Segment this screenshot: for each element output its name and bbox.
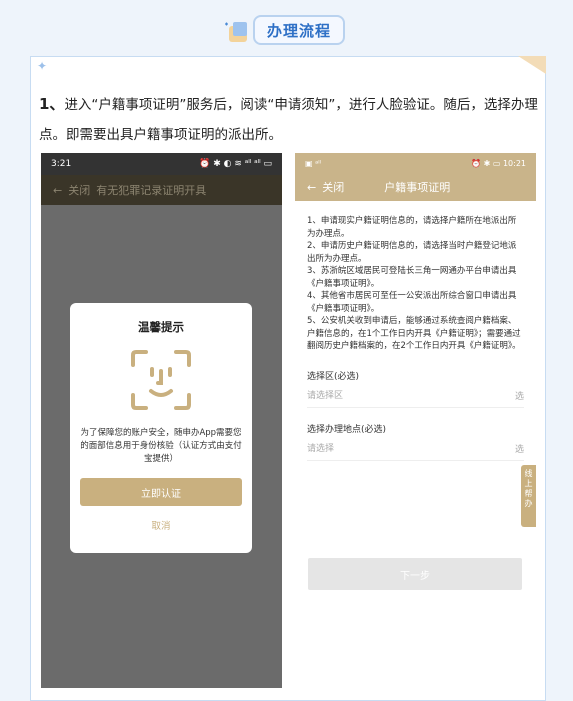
location-select-hint[interactable]: 选 [515, 442, 524, 455]
notice-item: 4、其他省市居民可至任一公安派出所综合窗口申请出具《户籍事项证明》。 [307, 291, 517, 314]
status-icons: ⏰ ✱ ◐ ≋ ᵃˡˡ ᵃˡˡ ▭ [199, 159, 272, 169]
district-label: 选择区(必选) [307, 371, 360, 382]
dialog-description: 为了保障您的账户安全，随申办App需要您的面部信息用于身份核验（认证方式由支付宝… [80, 428, 242, 464]
cancel-button[interactable]: 取消 [70, 518, 252, 532]
back-arrow-icon[interactable]: ← [307, 181, 316, 194]
notice-item: 3、苏浙皖区域居民可登陆长三角一网通办平台申请出具《户籍事项证明》。 [307, 266, 517, 289]
sparkle-icon: ✦ [37, 59, 48, 73]
district-select[interactable]: 请选择区 [307, 388, 524, 408]
next-step-button[interactable]: 下一步 [308, 558, 522, 590]
dialog-title: 温馨提示 [138, 320, 184, 334]
status-bar: 3:21 ⏰ ✱ ◐ ≋ ᵃˡˡ ᵃˡˡ ▭ [41, 153, 282, 175]
status-bar: ▣ ᵃˡˡ ⏰ ✱ ▭ 10:21 [295, 153, 536, 173]
verify-dialog: 温馨提示 为了保障您的账户安全，随申办App需要您的面部信息用于身份核验（认证方… [70, 303, 252, 553]
nav-title: 有无犯罪记录证明开具 [96, 184, 207, 197]
status-left: ▣ ᵃˡˡ [305, 158, 321, 168]
step-number: 1、 [39, 95, 65, 113]
nav-bar: ← 关闭 有无犯罪记录证明开具 [41, 175, 282, 205]
notice-item: 1、申请现实户籍证明信息的，请选择户籍所在地派出所为办理点。 [307, 216, 517, 239]
face-verify-screenshot: 3:21 ⏰ ✱ ◐ ≋ ᵃˡˡ ᵃˡˡ ▭ ← 关闭 有无犯罪记录证明开具 温… [41, 153, 282, 688]
face-scan-icon [131, 350, 191, 410]
nav-title: 户籍事项证明 [384, 181, 451, 194]
location-label: 选择办理地点(必选) [307, 424, 387, 435]
close-link[interactable]: 关闭 [68, 182, 90, 198]
household-certificate-screenshot: ▣ ᵃˡˡ ⏰ ✱ ▭ 10:21 ← 关闭 户籍事项证明 1、申请现实户籍证明… [295, 153, 536, 688]
notice-item: 2、申请历史户籍证明信息的，请选择当时户籍登记地派出所为办理点。 [307, 241, 517, 264]
online-help-tab[interactable]: 线上帮办 [521, 465, 536, 527]
district-field[interactable]: 选择区(必选) 请选择区 选 [307, 369, 524, 408]
location-field[interactable]: 选择办理地点(必选) 请选择 选 [307, 422, 524, 461]
step-text: 进入“户籍事项证明”服务后，阅读“申请须知”，进行人脸验证。随后，选择办理点。即… [39, 97, 538, 143]
card-corner-decoration [518, 56, 546, 74]
step-description: 1、进入“户籍事项证明”服务后，阅读“申请须知”，进行人脸验证。随后，选择办理点… [39, 89, 539, 150]
close-link[interactable]: 关闭 [322, 179, 344, 195]
status-time: 3:21 [51, 159, 72, 169]
verify-now-button[interactable]: 立即认证 [80, 478, 242, 506]
location-select[interactable]: 请选择 [307, 441, 524, 461]
district-select-hint[interactable]: 选 [515, 389, 524, 402]
nav-bar: ← 关闭 户籍事项证明 [295, 173, 536, 201]
section-title: 办理流程 [253, 15, 345, 45]
status-right: ⏰ ✱ ▭ 10:21 [471, 158, 526, 168]
notice-list: 1、申请现实户籍证明信息的，请选择户籍所在地派出所为办理点。 2、申请历史户籍证… [307, 215, 524, 353]
decoration-icon [225, 22, 247, 42]
step-card: ✦ 1、进入“户籍事项证明”服务后，阅读“申请须知”，进行人脸验证。随后，选择办… [30, 56, 546, 701]
back-arrow-icon[interactable]: ← [53, 184, 62, 197]
notice-item: 5、公安机关收到申请后，能够通过系统查阅户籍档案、户籍信息的，在1个工作日内开具… [307, 316, 521, 351]
